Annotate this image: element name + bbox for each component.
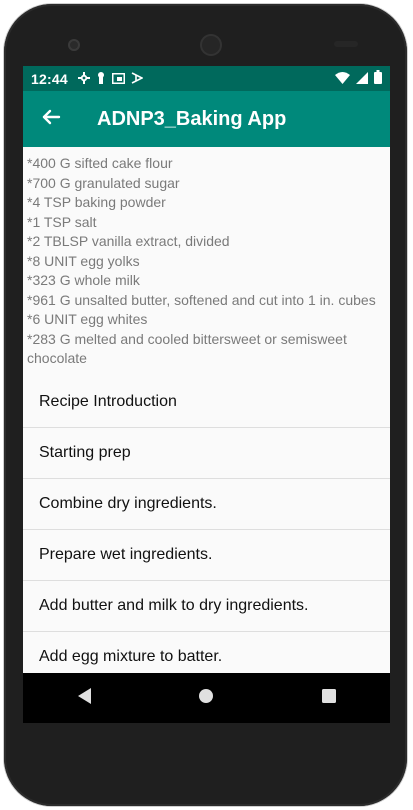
ingredient-item: *2 TBLSP vanilla extract, divided <box>27 233 230 249</box>
ingredient-item: *6 UNIT egg whites <box>27 311 148 327</box>
battery-icon <box>374 70 382 87</box>
step-item[interactable]: Recipe Introduction <box>23 376 390 428</box>
settings-icon <box>77 71 90 87</box>
ingredient-item: *1 TSP salt <box>27 213 97 230</box>
ingredient-item: *700 G granulated sugar <box>27 174 180 191</box>
navigation-bar <box>23 673 390 723</box>
wifi-icon <box>335 71 350 87</box>
arrow-left-icon <box>41 107 61 132</box>
earpiece-speaker <box>200 34 222 56</box>
back-button[interactable] <box>23 91 79 147</box>
screen: 12:44 ADNP3_Baking App *400 G sifted cak… <box>23 66 390 723</box>
step-item[interactable]: Starting prep <box>23 427 390 479</box>
ingredient-item: *323 G whole milk <box>27 272 140 288</box>
ingredient-item: *283 G melted and cooled bittersweet or … <box>27 330 347 367</box>
nav-recents-button[interactable] <box>299 673 359 723</box>
status-time: 12:44 <box>31 70 68 87</box>
step-item[interactable]: Prepare wet ingredients. <box>23 529 390 581</box>
status-icons-right <box>335 70 382 87</box>
cell-signal-icon <box>356 71 368 87</box>
status-icons-left <box>77 71 144 87</box>
step-item[interactable]: Add egg mixture to batter. <box>23 631 390 673</box>
nav-back-button[interactable] <box>54 673 114 723</box>
cast-icon <box>111 71 125 87</box>
ingredient-item: *4 TSP baking powder <box>27 194 166 210</box>
page-title: ADNP3_Baking App <box>97 107 287 130</box>
ingredient-item: *400 G sifted cake flour <box>27 155 173 171</box>
ingredient-item: *8 UNIT egg yolks <box>27 252 140 269</box>
recipe-content[interactable]: *400 G sifted cake flour *700 G granulat… <box>23 147 390 673</box>
home-circle-icon <box>197 687 215 710</box>
nav-home-button[interactable] <box>176 673 236 723</box>
download-icon <box>131 71 144 87</box>
ingredient-item: *961 G unsalted butter, softened and cut… <box>27 291 376 308</box>
ingredients-list: *400 G sifted cake flour *700 G granulat… <box>23 147 390 369</box>
proximity-sensor <box>334 41 358 47</box>
steps-list: Recipe Introduction Starting prep Combin… <box>23 376 390 673</box>
person-icon <box>96 71 106 87</box>
recents-square-icon <box>321 688 337 709</box>
step-item[interactable]: Add butter and milk to dry ingredients. <box>23 580 390 632</box>
back-triangle-icon <box>76 687 92 710</box>
step-item[interactable]: Combine dry ingredients. <box>23 478 390 530</box>
front-camera <box>68 39 80 51</box>
status-bar: 12:44 <box>23 66 390 91</box>
app-bar: ADNP3_Baking App <box>23 91 390 147</box>
